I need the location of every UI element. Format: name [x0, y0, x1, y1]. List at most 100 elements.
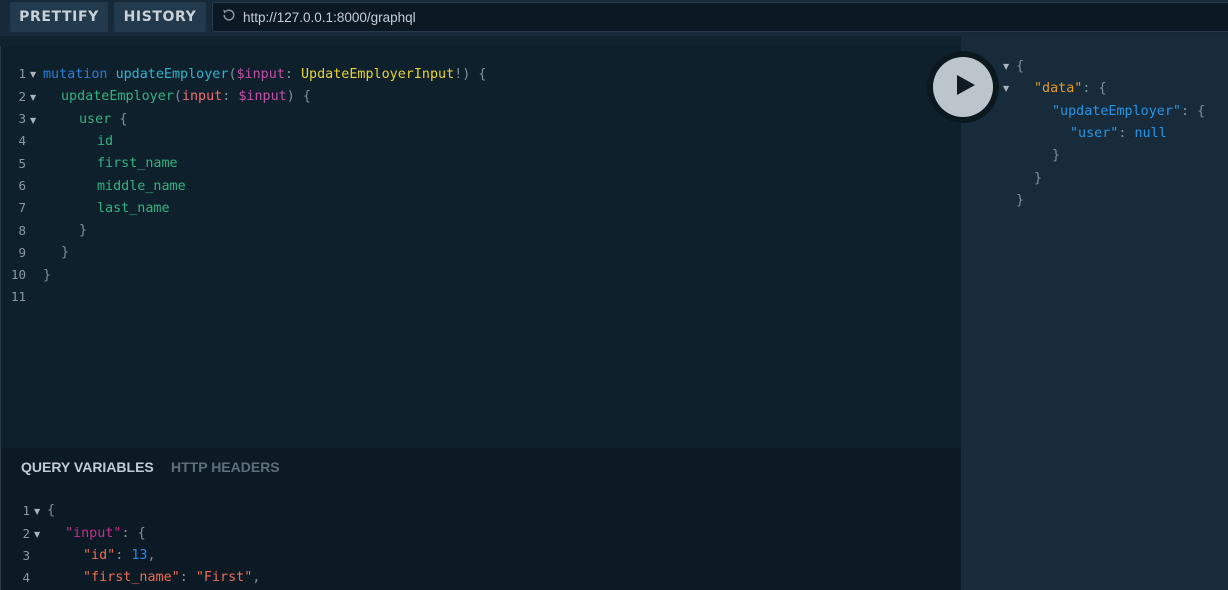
line-number: 6 [18, 178, 26, 193]
refresh-icon[interactable] [221, 7, 237, 28]
line-number: 2 [22, 526, 30, 541]
punctuation: { [1016, 59, 1025, 74]
punctuation: : [1118, 126, 1127, 141]
json-key: "input" [65, 526, 122, 541]
punctuation: : [115, 548, 124, 563]
argument-name: input [181, 89, 223, 104]
punctuation: , [252, 570, 261, 585]
fold-arrow-icon[interactable]: ▼ [1003, 78, 1009, 100]
json-key: "user" [1070, 126, 1119, 141]
fold-arrow-icon[interactable]: ▼ [30, 64, 36, 86]
line-number: 1 [18, 66, 26, 81]
punctuation: : [284, 67, 293, 82]
field-name: updateEmployer [61, 89, 174, 104]
result-line: } [1034, 168, 1042, 190]
line-number: 3 [22, 548, 30, 563]
field-name: first_name [97, 156, 178, 171]
variable: $input [236, 67, 285, 82]
punctuation: } [79, 223, 88, 238]
fold-arrow-icon[interactable]: ▼ [1003, 56, 1009, 78]
line-number: 11 [10, 289, 26, 304]
code-line[interactable]: id [97, 131, 113, 153]
result-line: } [1052, 145, 1060, 167]
result-line: "user": null [1070, 123, 1167, 145]
type-name: UpdateEmployerInput [301, 67, 455, 82]
json-key: "data" [1034, 81, 1083, 96]
fold-arrow-icon[interactable]: ▼ [34, 501, 40, 523]
punctuation: ( [228, 67, 237, 82]
fold-arrow-icon[interactable]: ▼ [34, 524, 40, 546]
punctuation: } [61, 245, 70, 260]
tab-query-variables[interactable]: QUERY VARIABLES [21, 459, 154, 477]
code-line[interactable]: mutation updateEmployer($input: UpdateEm… [43, 64, 486, 86]
field-name: user [79, 112, 112, 127]
code-line[interactable]: "id": 13, [83, 545, 156, 567]
result-line: "data": { [1034, 78, 1107, 100]
prettify-button[interactable]: PRETTIFY [10, 2, 108, 32]
code-line[interactable]: user { [79, 109, 127, 131]
punctuation: : [179, 570, 188, 585]
code-line[interactable]: middle_name [97, 176, 186, 198]
punctuation: !) { [454, 67, 487, 82]
keyword-mutation: mutation [43, 67, 108, 82]
line-number: 3 [18, 111, 26, 126]
punctuation: : [121, 526, 130, 541]
fold-arrow-icon[interactable]: ▼ [30, 110, 36, 132]
line-number: 10 [10, 267, 26, 282]
punctuation: , [147, 548, 156, 563]
punctuation: { [1197, 104, 1206, 119]
line-number: 7 [18, 200, 26, 215]
punctuation: : [1181, 104, 1190, 119]
json-number: 13 [131, 548, 148, 563]
punctuation: { [1098, 81, 1107, 96]
result-line: { [1016, 56, 1024, 78]
tab-http-headers[interactable]: HTTP HEADERS [171, 459, 280, 477]
json-string: "First" [195, 570, 253, 585]
code-line[interactable]: "first_name": "First", [83, 567, 260, 589]
punctuation: { [137, 526, 146, 541]
line-number: 4 [22, 570, 30, 585]
result-line: "updateEmployer": { [1052, 101, 1205, 123]
endpoint-url-bar [212, 2, 1228, 32]
play-icon [950, 74, 976, 101]
json-key: "id" [83, 548, 116, 563]
punctuation: ) { [286, 89, 311, 104]
operation-name: updateEmployer [115, 67, 229, 82]
code-line[interactable]: } [43, 265, 51, 287]
variable: $input [238, 89, 287, 104]
json-null: null [1134, 126, 1167, 141]
line-number: 9 [18, 245, 26, 260]
punctuation: } [1052, 148, 1061, 163]
line-number: 5 [18, 156, 26, 171]
punctuation: : [1082, 81, 1091, 96]
field-name: last_name [97, 201, 170, 216]
code-line[interactable]: } [61, 242, 69, 264]
line-number: 4 [18, 133, 26, 148]
json-key: "first_name" [83, 570, 180, 585]
result-line: } [1016, 190, 1024, 212]
history-button[interactable]: HISTORY [114, 2, 206, 32]
punctuation: } [1034, 171, 1043, 186]
punctuation: : [222, 89, 231, 104]
punctuation: } [1016, 193, 1025, 208]
code-line[interactable]: { [47, 500, 55, 522]
code-line[interactable]: last_name [97, 198, 170, 220]
field-name: id [97, 134, 114, 149]
code-line[interactable]: first_name [97, 153, 178, 175]
fold-arrow-icon[interactable]: ▼ [30, 87, 36, 109]
punctuation: { [119, 112, 128, 127]
field-name: middle_name [97, 179, 186, 194]
code-line[interactable]: } [79, 220, 87, 242]
code-line[interactable]: updateEmployer(input: $input) { [61, 86, 311, 108]
execute-query-button[interactable] [933, 57, 993, 117]
punctuation: ( [173, 89, 182, 104]
endpoint-url-input[interactable] [243, 4, 1143, 30]
line-number: 8 [18, 223, 26, 238]
editor-top-strip [0, 36, 961, 46]
code-line[interactable]: "input": { [65, 523, 146, 545]
json-key: "updateEmployer" [1052, 104, 1181, 119]
line-number: 1 [22, 503, 30, 518]
punctuation: { [47, 503, 56, 518]
punctuation: } [43, 268, 52, 283]
line-number: 2 [18, 89, 26, 104]
